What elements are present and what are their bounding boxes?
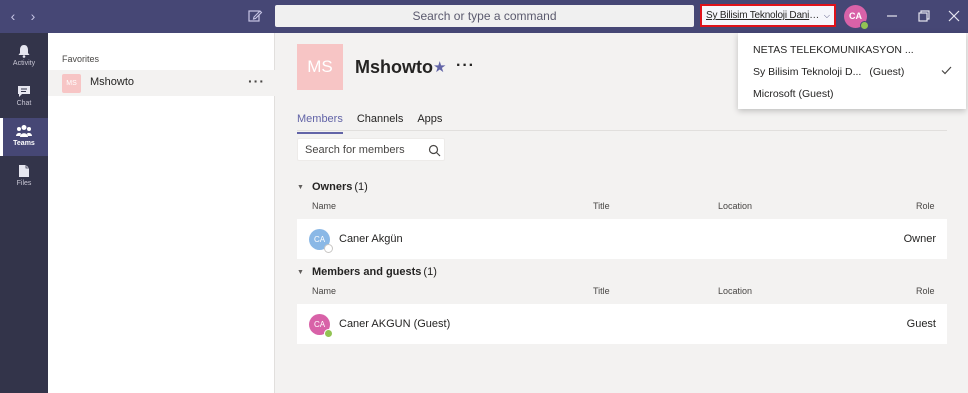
section-label: Members and guests: [312, 266, 422, 278]
appbar-label-teams: Teams: [13, 140, 35, 147]
search-icon[interactable]: [428, 144, 441, 157]
org-guest-tag: (Guest): [798, 88, 834, 100]
user-avatar[interactable]: CA: [844, 5, 869, 30]
column-header-location[interactable]: Location: [718, 286, 752, 296]
caret-down-icon: ▼: [297, 183, 304, 191]
team-header-title: Mshowto: [355, 57, 433, 77]
column-header-name[interactable]: Name: [312, 286, 336, 296]
member-initials: CA: [313, 235, 326, 244]
org-switcher-label: Sy Bilisim Teknoloji Danismanl...: [706, 10, 821, 21]
owners-section-header[interactable]: ▼ Owners (1): [297, 180, 368, 194]
member-search-input[interactable]: [305, 144, 420, 156]
member-name: Caner AKGUN (Guest): [339, 318, 451, 330]
org-switcher-button[interactable]: Sy Bilisim Teknoloji Danismanl... ⌵: [700, 4, 836, 27]
section-label: Owners: [312, 181, 353, 193]
command-search-bar[interactable]: Search or type a command: [275, 5, 694, 27]
app-bar: Activity Chat Teams Files: [0, 33, 48, 393]
appbar-label-files: Files: [16, 180, 32, 187]
presence-unknown-icon: [324, 244, 333, 253]
org-menu-item[interactable]: Sy Bilisim Teknoloji D... (Guest): [753, 66, 904, 78]
title-bar: ‹ › Search or type a command Sy Bilisim …: [0, 0, 968, 33]
column-header-title[interactable]: Title: [593, 286, 610, 296]
back-arrow-icon[interactable]: ‹: [7, 9, 19, 23]
member-search-box: [297, 138, 445, 161]
column-header-location[interactable]: Location: [718, 201, 752, 211]
more-options-icon[interactable]: ···: [248, 73, 265, 89]
member-role[interactable]: Owner: [904, 233, 936, 245]
column-header-name[interactable]: Name: [312, 201, 336, 211]
appbar-label-chat: Chat: [16, 100, 32, 107]
org-name: NETAS TELEKOMUNIKASYON ...: [753, 44, 914, 56]
forward-arrow-icon[interactable]: ›: [27, 9, 39, 23]
org-name: Sy Bilisim Teknoloji D...: [753, 66, 862, 78]
tab-apps[interactable]: Apps: [417, 113, 442, 130]
team-list-item[interactable]: MS Mshowto ···: [48, 70, 275, 96]
presence-available-icon: [860, 21, 869, 30]
bell-icon: [18, 45, 30, 58]
chevron-down-icon: ⌵: [823, 10, 830, 20]
team-avatar: MS: [62, 74, 81, 93]
section-count: (1): [354, 181, 368, 193]
close-icon[interactable]: [946, 8, 962, 24]
members-section-header[interactable]: ▼ Members and guests (1): [297, 265, 437, 279]
member-row[interactable]: CA Caner AKGUN (Guest) Guest: [297, 304, 947, 344]
teams-icon: [16, 125, 32, 137]
member-row[interactable]: CA Caner Akgün Owner: [297, 219, 947, 259]
team-header-avatar: MS: [297, 44, 343, 90]
files-icon: [19, 165, 29, 177]
org-guest-tag: (Guest): [869, 66, 905, 78]
favorites-heading: Favorites: [62, 54, 100, 64]
caret-down-icon: ▼: [297, 268, 304, 276]
team-list-panel: Favorites MS Mshowto ···: [48, 33, 275, 393]
member-avatar: CA: [309, 314, 333, 338]
favorite-star-icon[interactable]: ★: [433, 58, 446, 76]
org-menu-item[interactable]: Microsoft (Guest): [753, 88, 834, 100]
org-switcher-menu: NETAS TELEKOMUNIKASYON ... Sy Bilisim Te…: [738, 33, 966, 109]
user-initials: CA: [849, 11, 862, 21]
member-initials: CA: [313, 320, 326, 329]
appbar-item-teams[interactable]: Teams: [0, 118, 48, 156]
restore-icon[interactable]: [916, 8, 932, 24]
column-header-role[interactable]: Role: [916, 201, 935, 211]
tabs-divider: [297, 130, 947, 131]
chat-icon: [18, 86, 30, 97]
minimize-icon[interactable]: [884, 8, 900, 24]
section-count: (1): [423, 266, 437, 278]
member-name: Caner Akgün: [339, 233, 403, 245]
compose-icon[interactable]: [247, 8, 263, 24]
appbar-label-activity: Activity: [12, 60, 36, 67]
team-list-item-name: Mshowto: [90, 76, 135, 88]
tab-members[interactable]: Members: [297, 113, 343, 134]
column-header-role[interactable]: Role: [916, 286, 935, 296]
member-avatar: CA: [309, 229, 333, 253]
appbar-item-chat[interactable]: Chat: [0, 78, 48, 116]
team-more-options-icon[interactable]: ···: [456, 57, 475, 75]
member-role[interactable]: Guest: [907, 318, 936, 330]
appbar-item-files[interactable]: Files: [0, 158, 48, 196]
presence-available-icon: [324, 329, 333, 338]
team-tabs: Members Channels Apps: [297, 113, 442, 134]
tab-channels[interactable]: Channels: [357, 113, 403, 130]
column-header-title[interactable]: Title: [593, 201, 610, 211]
appbar-item-activity[interactable]: Activity: [0, 38, 48, 76]
checkmark-icon: [941, 66, 952, 75]
org-menu-item[interactable]: NETAS TELEKOMUNIKASYON ...: [753, 44, 914, 56]
org-name: Microsoft: [753, 88, 796, 100]
